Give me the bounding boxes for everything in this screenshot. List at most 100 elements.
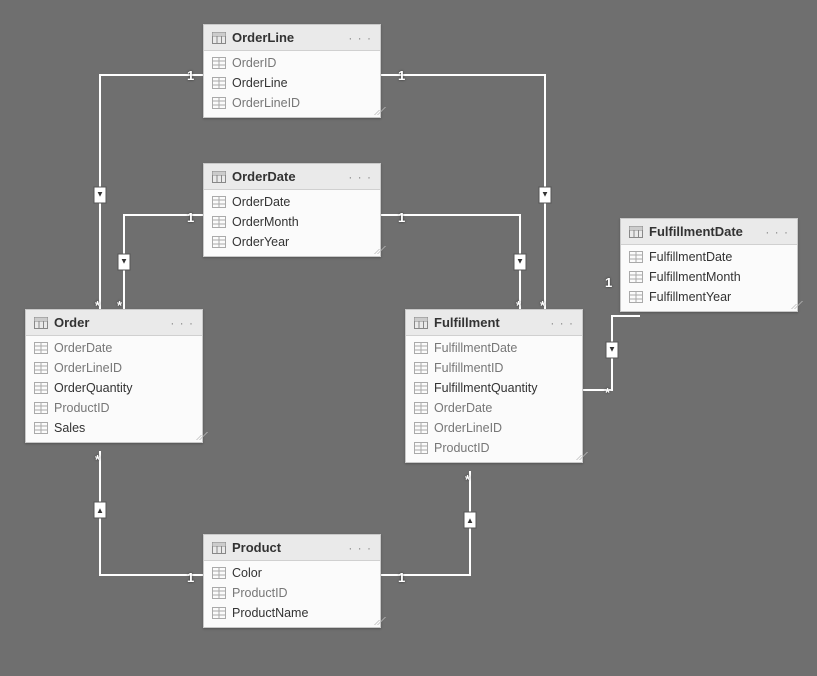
- field-row[interactable]: FulfillmentYear: [621, 287, 797, 307]
- rel-product-fulfillment: [381, 471, 470, 575]
- table-title: OrderDate: [226, 169, 348, 184]
- field-row[interactable]: OrderQuantity: [26, 378, 202, 398]
- field-label: OrderLine: [226, 76, 288, 90]
- table-header[interactable]: OrderLine· · ·: [204, 25, 380, 51]
- table-header[interactable]: Fulfillment· · ·: [406, 310, 582, 336]
- table-header[interactable]: FulfillmentDate· · ·: [621, 219, 797, 245]
- field-label: FulfillmentDate: [643, 250, 732, 264]
- table-icon: [34, 317, 48, 329]
- field-icon: [212, 77, 226, 89]
- field-label: FulfillmentDate: [428, 341, 517, 355]
- cardinality-label: 1: [187, 570, 194, 585]
- field-row[interactable]: OrderYear: [204, 232, 380, 252]
- field-label: ProductID: [428, 441, 490, 455]
- table-title: FulfillmentDate: [643, 224, 765, 239]
- table-body: FulfillmentDate FulfillmentMonthFulfillme…: [621, 245, 797, 311]
- cardinality-label: 1: [398, 210, 405, 225]
- cardinality-label: 1: [605, 275, 612, 290]
- field-row[interactable]: FulfillmentQuantity: [406, 378, 582, 398]
- cardinality-label: 1: [398, 68, 405, 83]
- table-body: OrderDate OrderLineID OrderQuantity Product…: [26, 336, 202, 442]
- field-label: ProductID: [226, 586, 288, 600]
- field-label: OrderQuantity: [48, 381, 133, 395]
- table-icon: [212, 32, 226, 44]
- field-icon: [414, 362, 428, 374]
- model-canvas[interactable]: OrderLine· · · OrderID OrderLine OrderLineI…: [0, 0, 817, 676]
- rel-orderline-order: [100, 75, 203, 309]
- cardinality-label: *: [95, 452, 100, 467]
- field-icon: [212, 587, 226, 599]
- field-label: ProductName: [226, 606, 308, 620]
- field-row[interactable]: OrderLineID: [26, 358, 202, 378]
- table-order[interactable]: Order· · · OrderDate OrderLineID OrderQuant…: [25, 309, 203, 443]
- field-row[interactable]: Sales: [26, 418, 202, 438]
- table-icon: [212, 171, 226, 183]
- field-row[interactable]: OrderDate: [204, 192, 380, 212]
- table-product[interactable]: Product· · · Color ProductID ProductName: [203, 534, 381, 628]
- table-body: FulfillmentDate FulfillmentIDFulfillmentQ…: [406, 336, 582, 462]
- field-icon: [414, 342, 428, 354]
- field-label: OrderID: [226, 56, 276, 70]
- table-orderdate[interactable]: OrderDate· · ·OrderDateOrderMonthOrderYe…: [203, 163, 381, 257]
- table-title: Order: [48, 315, 170, 330]
- field-label: OrderLineID: [428, 421, 502, 435]
- table-fulfillment[interactable]: Fulfillment· · ·FulfillmentDateFulfillme…: [405, 309, 583, 463]
- table-title: Product: [226, 540, 348, 555]
- field-row[interactable]: OrderMonth: [204, 212, 380, 232]
- field-row[interactable]: FulfillmentDate: [621, 247, 797, 267]
- more-icon[interactable]: · · ·: [170, 316, 194, 330]
- field-label: OrderDate: [428, 401, 492, 415]
- field-label: OrderDate: [226, 195, 290, 209]
- field-row[interactable]: OrderID: [204, 53, 380, 73]
- field-row[interactable]: Color: [204, 563, 380, 583]
- field-icon: [34, 422, 48, 434]
- field-row[interactable]: OrderLineID: [204, 93, 380, 113]
- field-row[interactable]: ProductID: [26, 398, 202, 418]
- table-icon: [212, 542, 226, 554]
- table-body: OrderID OrderLine OrderLineID: [204, 51, 380, 117]
- field-icon: [34, 402, 48, 414]
- field-icon: [34, 342, 48, 354]
- field-row[interactable]: OrderDate: [406, 398, 582, 418]
- rel-orderline-fulfillment: [381, 75, 545, 309]
- field-row[interactable]: FulfillmentID: [406, 358, 582, 378]
- table-title: Fulfillment: [428, 315, 550, 330]
- field-icon: [629, 291, 643, 303]
- table-fulfillmentdate[interactable]: FulfillmentDate· · ·FulfillmentDateFulfi…: [620, 218, 798, 312]
- more-icon[interactable]: · · ·: [348, 541, 372, 555]
- field-icon: [629, 271, 643, 283]
- more-icon[interactable]: · · ·: [348, 31, 372, 45]
- rel-orderdate-order: [124, 215, 203, 309]
- field-row[interactable]: FulfillmentDate: [406, 338, 582, 358]
- table-header[interactable]: OrderDate· · ·: [204, 164, 380, 190]
- more-icon[interactable]: · · ·: [348, 170, 372, 184]
- table-header[interactable]: Order· · ·: [26, 310, 202, 336]
- table-body: Color ProductID ProductName: [204, 561, 380, 627]
- field-icon: [414, 402, 428, 414]
- field-row[interactable]: ProductName: [204, 603, 380, 623]
- field-row[interactable]: FulfillmentMonth: [621, 267, 797, 287]
- field-icon: [212, 196, 226, 208]
- more-icon[interactable]: · · ·: [765, 225, 789, 239]
- field-label: OrderMonth: [226, 215, 299, 229]
- rel-product-order: [100, 451, 203, 575]
- cardinality-label: 1: [187, 210, 194, 225]
- field-row[interactable]: ProductID: [406, 438, 582, 458]
- field-icon: [34, 362, 48, 374]
- field-icon: [414, 442, 428, 454]
- field-row[interactable]: OrderLine: [204, 73, 380, 93]
- field-label: Color: [226, 566, 262, 580]
- more-icon[interactable]: · · ·: [550, 316, 574, 330]
- field-row[interactable]: ProductID: [204, 583, 380, 603]
- field-icon: [212, 216, 226, 228]
- field-label: OrderDate: [48, 341, 112, 355]
- field-icon: [212, 567, 226, 579]
- field-row[interactable]: OrderLineID: [406, 418, 582, 438]
- field-label: Sales: [48, 421, 85, 435]
- table-body: OrderDate OrderMonth OrderYear: [204, 190, 380, 256]
- table-orderline[interactable]: OrderLine· · · OrderID OrderLine OrderLineI…: [203, 24, 381, 118]
- field-icon: [212, 97, 226, 109]
- field-row[interactable]: OrderDate: [26, 338, 202, 358]
- table-header[interactable]: Product· · ·: [204, 535, 380, 561]
- field-label: OrderYear: [226, 235, 289, 249]
